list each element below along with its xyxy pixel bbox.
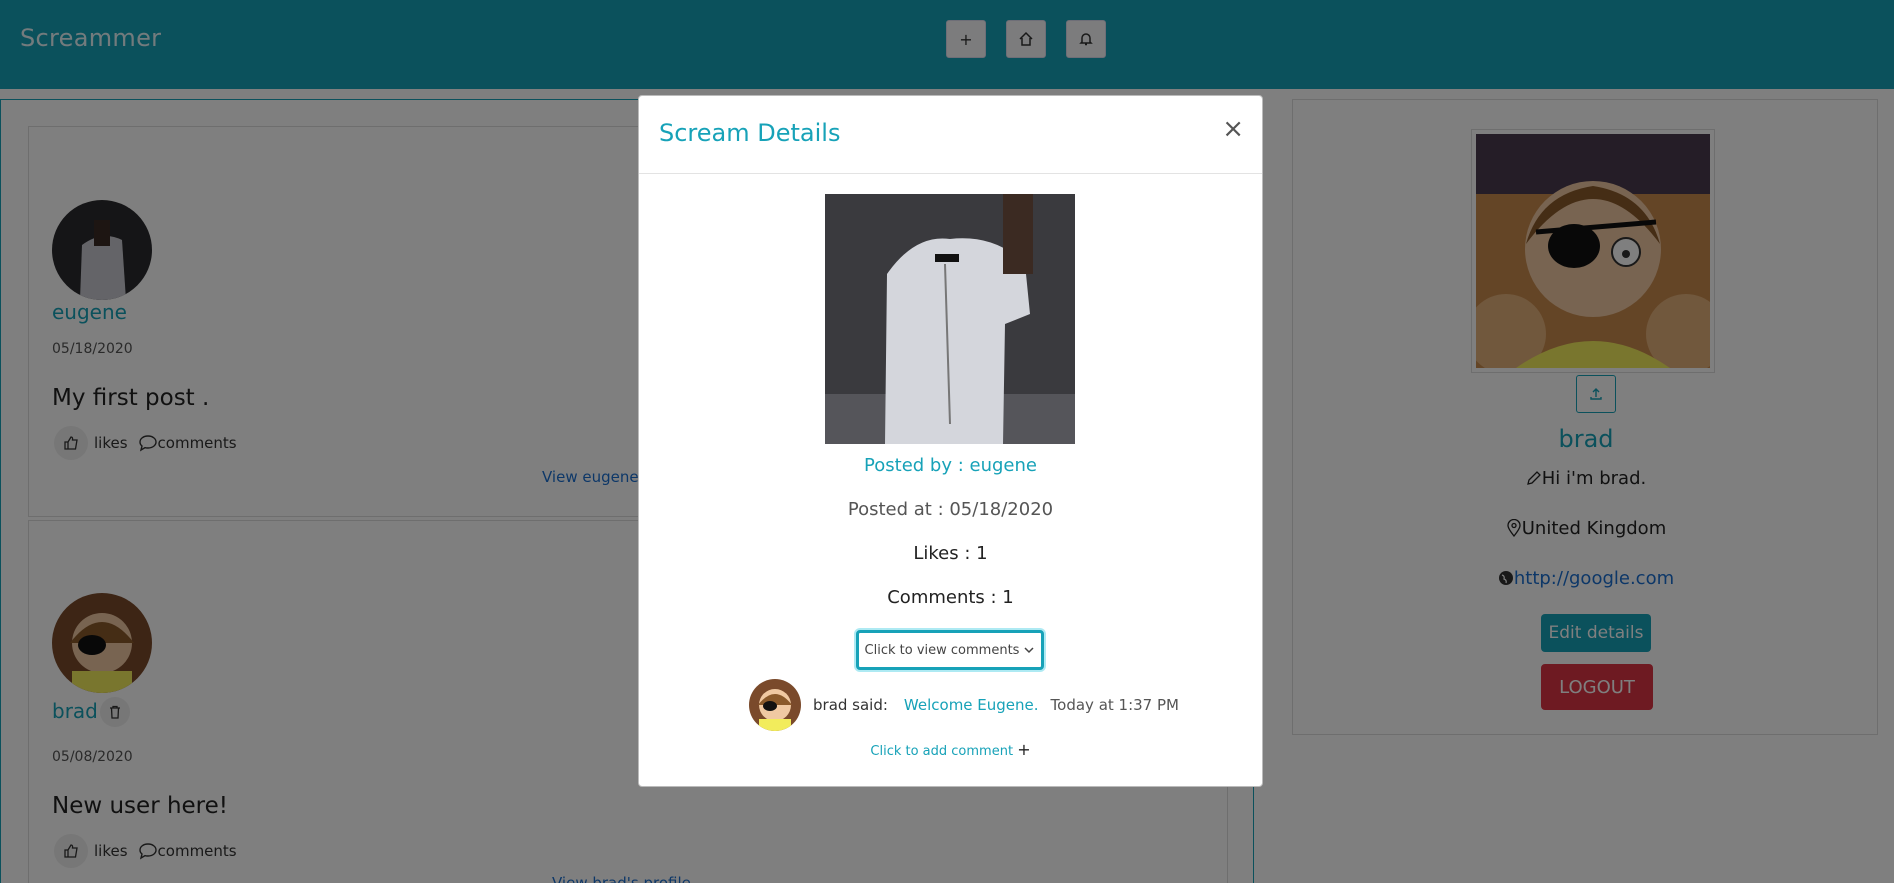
dialog-title: Scream Details (659, 119, 841, 147)
comment-time: Today at 1:37 PM (1050, 696, 1179, 714)
comment-item: brad said: Welcome Eugene. Today at 1:37… (749, 679, 1179, 731)
scream-details-dialog: Scream Details × Posted by : eugene Post… (638, 95, 1263, 787)
comment-text: Welcome Eugene. (903, 696, 1039, 714)
view-comments-button[interactable]: Click to view comments (856, 630, 1044, 670)
plus-icon: + (1017, 740, 1031, 759)
view-comments-label: Click to view comments (864, 642, 1020, 658)
posted-by[interactable]: Posted by : eugene (639, 455, 1262, 476)
comment-author: brad said: (813, 696, 888, 714)
close-icon[interactable]: × (1222, 114, 1244, 144)
chevron-down-icon (1024, 647, 1034, 654)
comment-avatar[interactable] (749, 679, 801, 731)
scream-image (825, 194, 1075, 444)
posted-at: Posted at : 05/18/2020 (847, 499, 1054, 520)
dialog-header: Scream Details × (639, 96, 1262, 174)
add-comment-label: Click to add comment (870, 744, 1014, 759)
likes-count: Likes : 1 (913, 543, 988, 564)
comments-count: Comments : 1 (887, 587, 1014, 608)
add-comment-button[interactable]: Click to add comment + (639, 740, 1262, 759)
